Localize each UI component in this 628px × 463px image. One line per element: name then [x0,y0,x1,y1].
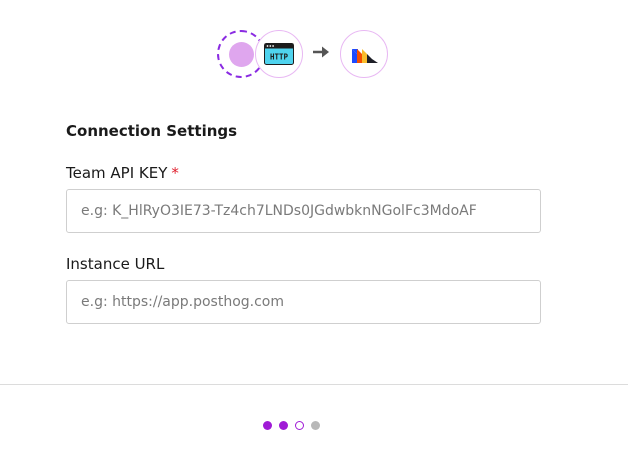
api-key-input[interactable] [66,189,541,233]
step-dot-2 [279,421,288,430]
step-dot-1 [263,421,272,430]
required-mark: * [171,164,179,182]
http-icon-text: HTTP [270,53,289,62]
instance-url-label: Instance URL [66,255,165,273]
api-key-label: Team API KEY * [66,164,179,182]
destination-logo-icon [340,30,388,78]
api-key-label-text: Team API KEY [66,164,168,182]
instance-url-input[interactable] [66,280,541,324]
http-icon: HTTP [255,30,303,78]
arrow-right-icon [312,44,330,63]
connection-flow-header: HTTP [0,0,628,100]
step-dot-3 [295,421,304,430]
step-dot-4 [311,421,320,430]
section-title: Connection Settings [66,122,238,140]
footer-divider [0,384,628,385]
